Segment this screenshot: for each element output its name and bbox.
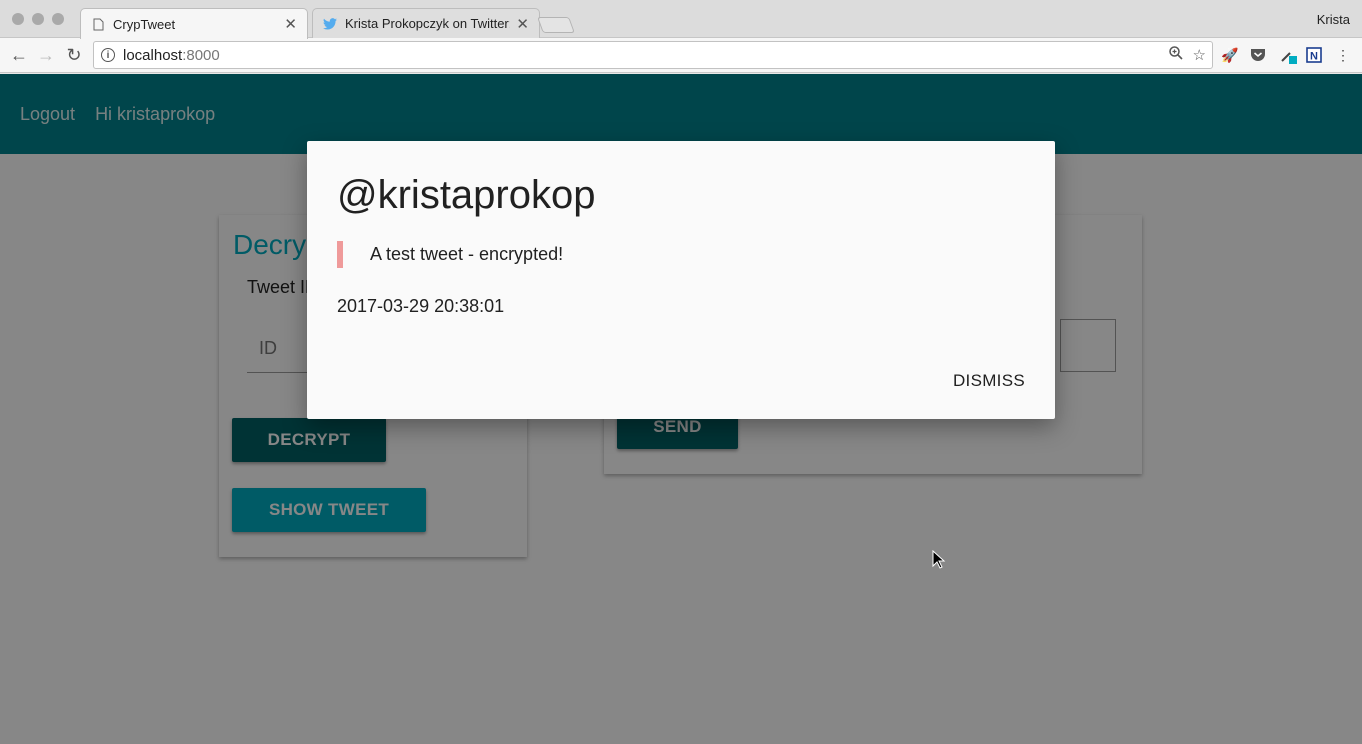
- pocket-extension-icon[interactable]: [1249, 46, 1267, 64]
- twitter-bird-icon: [323, 17, 337, 31]
- svg-text:N: N: [1310, 51, 1318, 63]
- tab-title: CrypTweet: [113, 16, 176, 32]
- mouse-cursor-icon: [932, 549, 946, 575]
- forward-arrow-icon[interactable]: →: [35, 44, 57, 66]
- rocket-extension-icon[interactable]: 🚀: [1221, 46, 1239, 64]
- browser-titlebar: CrypTweet ✕ Krista Prokopczyk on Twitter…: [0, 0, 1362, 39]
- dismiss-button[interactable]: DISMISS: [953, 371, 1025, 391]
- n-extension-icon[interactable]: N: [1305, 46, 1323, 64]
- reload-icon[interactable]: ↻: [63, 44, 85, 66]
- menu-kebab-icon[interactable]: ⋮: [1334, 46, 1352, 64]
- minimize-window-button[interactable]: [32, 13, 44, 25]
- tab-cryptweet[interactable]: CrypTweet ✕: [80, 8, 308, 39]
- close-tab-icon[interactable]: ✕: [284, 15, 297, 33]
- modal-title: @kristaprokop: [337, 173, 596, 217]
- tweet-modal: @kristaprokop A test tweet - encrypted! …: [307, 141, 1055, 419]
- url-host: localhost: [123, 46, 183, 64]
- eyedropper-extension-icon[interactable]: [1279, 46, 1297, 64]
- page-icon: [91, 17, 105, 31]
- close-window-button[interactable]: [12, 13, 24, 25]
- tweet-blockquote: A test tweet - encrypted!: [337, 241, 563, 268]
- back-arrow-icon[interactable]: ←: [8, 44, 30, 66]
- tweet-text: A test tweet - encrypted!: [370, 244, 564, 264]
- new-tab-button[interactable]: [537, 17, 575, 33]
- url-port: :8000: [182, 46, 220, 64]
- zoom-icon[interactable]: [1168, 46, 1183, 64]
- bookmark-star-icon[interactable]: ☆: [1193, 46, 1206, 64]
- tweet-timestamp: 2017-03-29 20:38:01: [337, 296, 505, 316]
- profile-name[interactable]: Krista: [1317, 12, 1350, 27]
- info-icon[interactable]: i: [101, 48, 115, 62]
- maximize-window-button[interactable]: [52, 13, 64, 25]
- tab-title: Krista Prokopczyk on Twitter: ": [345, 16, 511, 31]
- address-bar[interactable]: i localhost:8000 ☆: [93, 41, 1213, 69]
- close-tab-icon[interactable]: ✕: [516, 15, 529, 33]
- browser-toolbar: ← → ↻ i localhost:8000 ☆ 🚀 N ⋮: [0, 38, 1362, 73]
- tab-twitter[interactable]: Krista Prokopczyk on Twitter: " ✕: [312, 8, 540, 38]
